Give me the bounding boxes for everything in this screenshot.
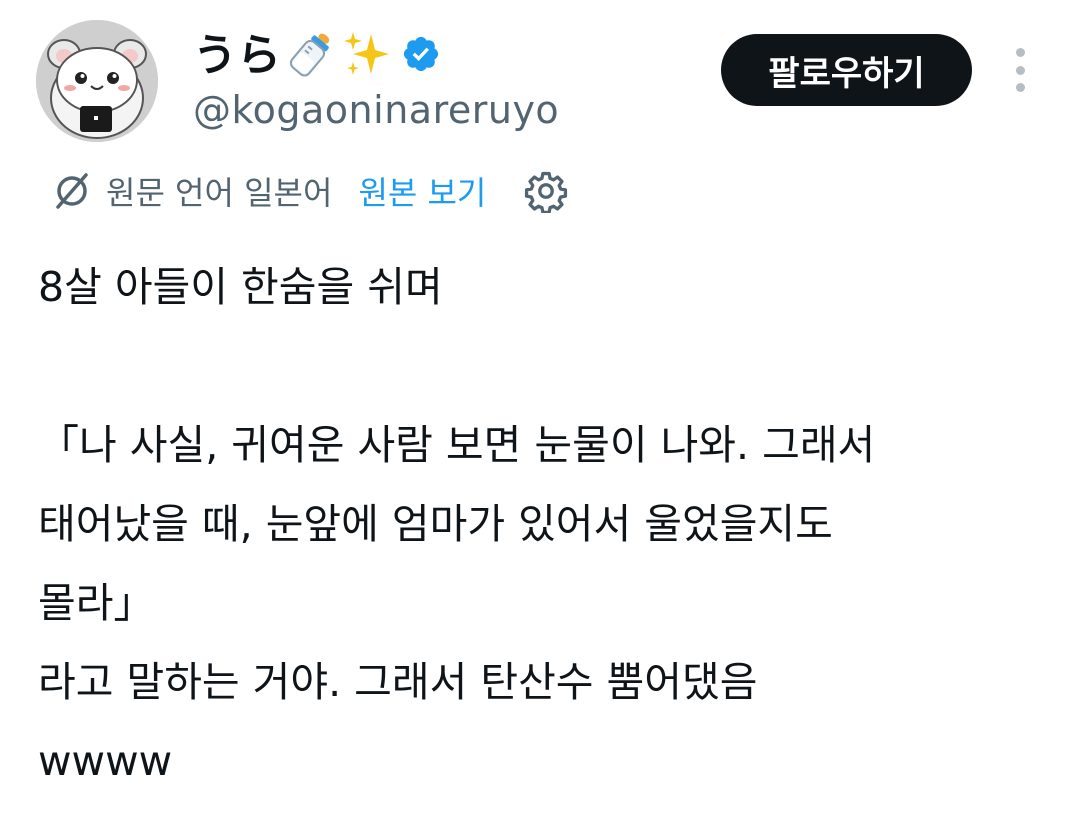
gear-icon[interactable]	[524, 169, 568, 213]
display-name-row: うら	[193, 26, 441, 86]
more-dot	[1015, 48, 1025, 57]
more-vertical-icon[interactable]	[1005, 48, 1035, 92]
view-original-link[interactable]: 원본 보기	[358, 168, 486, 214]
sparkles-icon	[341, 28, 393, 84]
more-dot	[1015, 65, 1025, 75]
translation-bar: 원문 언어 일본어 원본 보기	[50, 165, 568, 217]
tweet-line: 8살 아들이 한숨을 쉬며	[38, 263, 443, 311]
avatar[interactable]	[36, 20, 158, 142]
tweet-line: 「나 사실, 귀여운 사람 보면 눈물이 나와. 그래서	[38, 421, 876, 469]
baby-bottle-icon	[285, 28, 337, 84]
tweet-blank-line	[38, 327, 1048, 406]
tweet-line: 태어났을 때, 눈앞에 엄마가 있어서 울었을지도	[38, 500, 833, 548]
follow-button[interactable]: 팔로우하기	[721, 34, 972, 106]
tweet-line: 라고 말하는 거야. 그래서 탄산수 뿜어댔음	[38, 658, 758, 706]
tweet-text: 8살 아들이 한숨을 쉬며 「나 사실, 귀여운 사람 보면 눈물이 나와. 그…	[38, 248, 1048, 801]
tweet-line: wwww	[38, 737, 173, 785]
verified-badge-icon	[401, 34, 441, 78]
translate-icon	[56, 173, 88, 209]
more-dot	[1015, 83, 1025, 92]
display-name[interactable]: うら	[193, 34, 281, 78]
tweet-header: うら @kogaoninareruyo 팔로우하기	[0, 0, 1080, 160]
translation-source-text: 원문 언어 일본어	[106, 174, 333, 212]
tweet-line: 몰라」	[38, 579, 155, 627]
hamster-avatar-image	[36, 20, 158, 142]
user-handle[interactable]: @kogaoninareruyo	[193, 88, 559, 132]
